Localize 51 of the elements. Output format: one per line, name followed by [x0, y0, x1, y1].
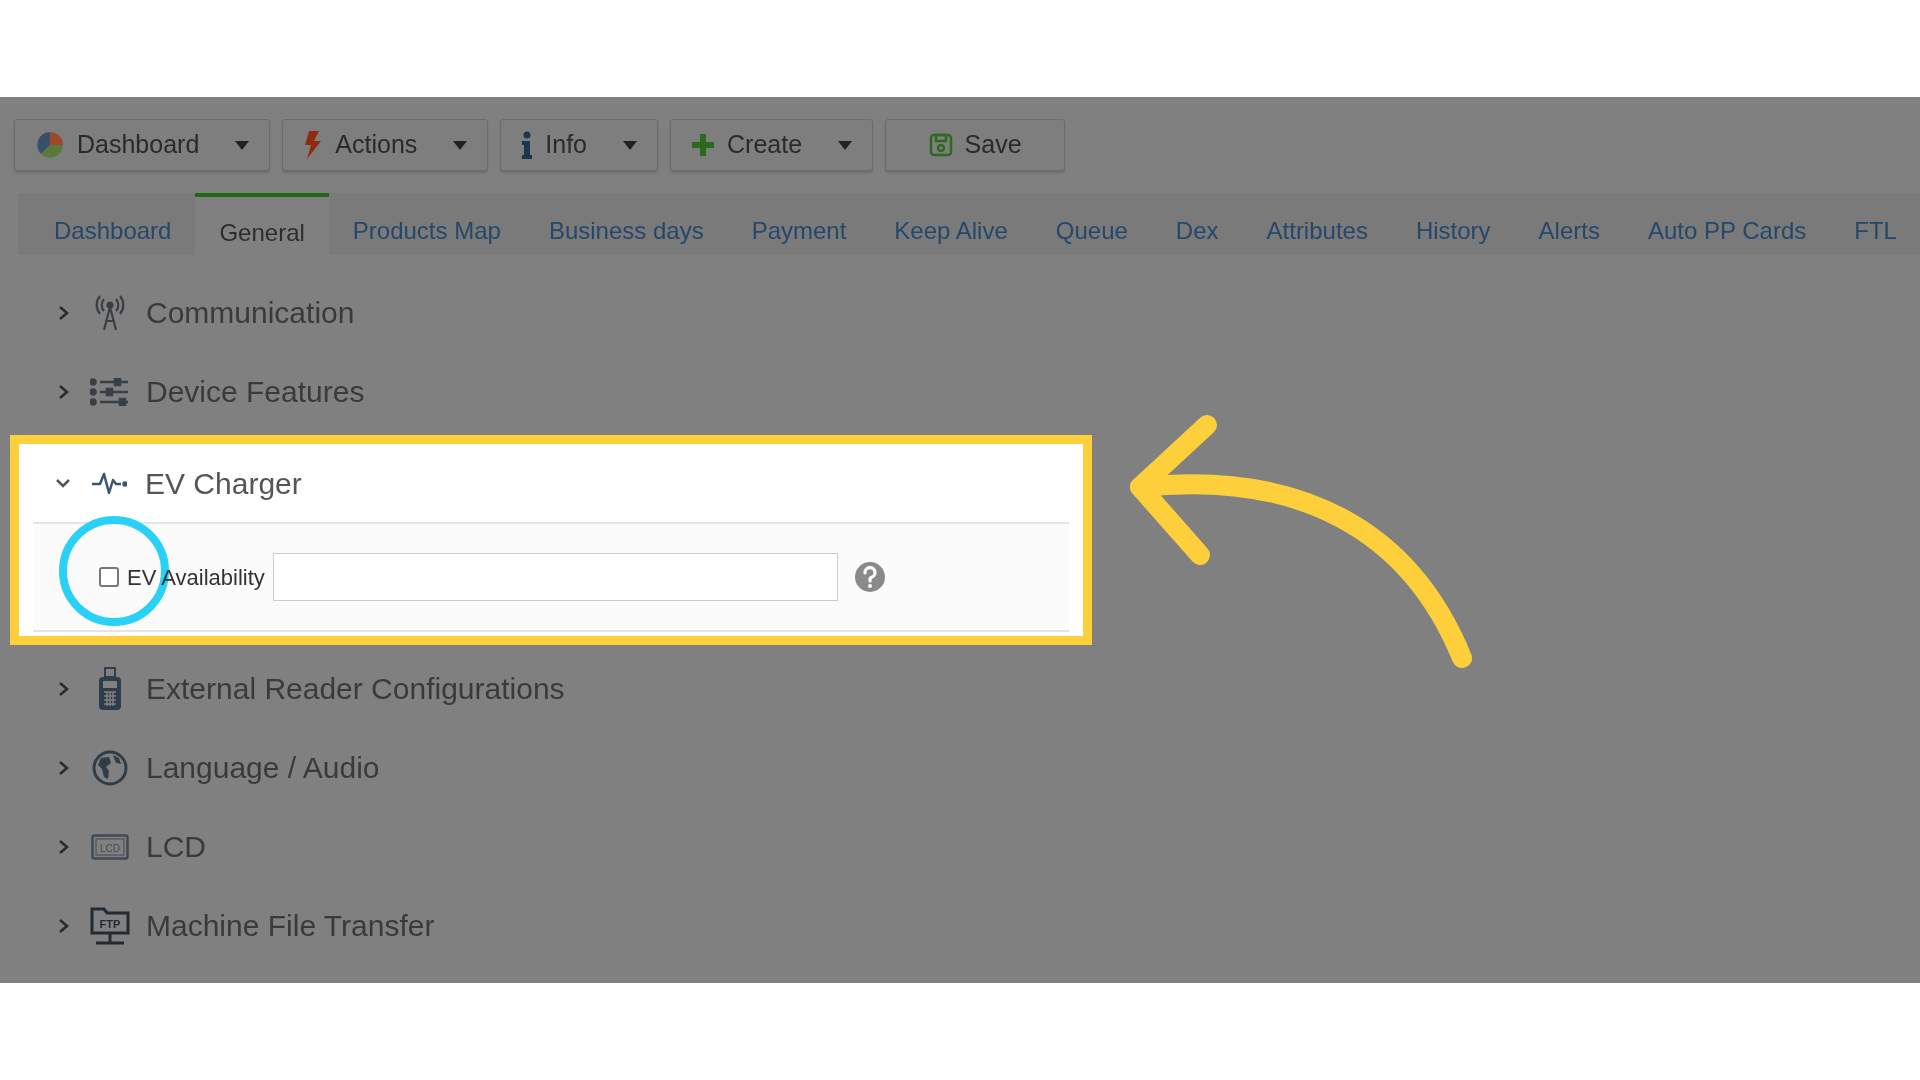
pie-chart-icon [35, 130, 65, 160]
caret-icon [235, 140, 250, 150]
tab[interactable]: Products Map [328, 193, 525, 255]
chevron-right-icon[interactable] [58, 680, 70, 697]
input-field[interactable] [272, 553, 838, 601]
globe-icon [91, 748, 129, 787]
tab[interactable]: Dex [1151, 193, 1243, 255]
section-title[interactable]: EV Charger [145, 460, 302, 506]
chevron-right-icon[interactable] [58, 304, 70, 321]
caret-icon [838, 140, 853, 150]
save-icon [928, 133, 953, 157]
caret-icon [453, 140, 468, 150]
chevron-right-icon[interactable] [58, 917, 70, 934]
tab[interactable]: Alerts [1514, 193, 1624, 255]
help-icon[interactable] [853, 561, 886, 593]
toolbar-button[interactable]: Save [885, 119, 1066, 171]
sliders-icon [90, 377, 130, 406]
tab[interactable]: Attributes [1242, 193, 1392, 255]
toolbar-button[interactable]: Create [670, 119, 874, 171]
info-icon [521, 131, 534, 159]
antenna-icon [94, 294, 126, 331]
plus-icon [691, 133, 715, 157]
lightning-icon [303, 130, 324, 160]
toolbar-button[interactable]: Info [500, 119, 658, 171]
tab[interactable]: General [195, 193, 329, 255]
tab[interactable]: Keep Alive [870, 193, 1032, 255]
section-title[interactable]: Device Features [146, 369, 365, 414]
section-title[interactable]: Machine File Transfer [146, 903, 435, 948]
section-title[interactable]: External Reader Configurations [146, 666, 565, 711]
chevron-down-icon[interactable] [55, 477, 71, 489]
icon-label: LCD [100, 842, 120, 853]
tab[interactable]: FTL [1830, 193, 1920, 255]
section-title[interactable]: Communication [146, 290, 355, 335]
pulse-icon [91, 470, 127, 496]
chevron-right-icon[interactable] [58, 383, 70, 400]
chevron-right-icon[interactable] [58, 838, 70, 855]
toolbar-button[interactable]: Dashboard [14, 119, 271, 171]
card-reader-icon [96, 666, 124, 711]
tab[interactable]: Dashboard [30, 193, 196, 255]
caret-icon [623, 140, 637, 150]
tab[interactable]: Queue [1031, 193, 1152, 255]
toolbar-button[interactable]: Actions [282, 119, 489, 171]
section-title[interactable]: Language / Audio [146, 745, 380, 790]
tab[interactable]: Business days [524, 193, 728, 255]
tab[interactable]: Auto PP Cards [1623, 193, 1831, 255]
tab[interactable]: Payment [727, 193, 871, 255]
icon-label: FTP [99, 917, 121, 930]
checkbox[interactable] [99, 567, 119, 587]
chevron-right-icon[interactable] [58, 759, 70, 776]
tab[interactable]: History [1391, 193, 1515, 255]
section-title[interactable]: LCD [146, 824, 206, 869]
